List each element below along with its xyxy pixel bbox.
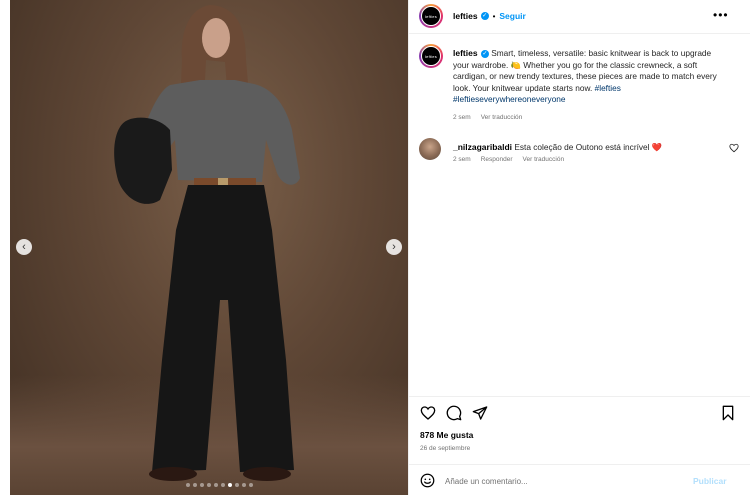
action-bar bbox=[409, 396, 750, 426]
publish-button[interactable]: Publicar bbox=[693, 476, 727, 486]
comment-avatar[interactable] bbox=[419, 138, 441, 160]
header-username[interactable]: lefties bbox=[453, 11, 478, 21]
carousel-dot bbox=[221, 483, 225, 487]
carousel-dot bbox=[207, 483, 211, 487]
comment-translate-link[interactable]: Ver traducción bbox=[523, 156, 565, 163]
carousel-prev-button[interactable]: ‹ bbox=[16, 239, 32, 255]
carousel-dots bbox=[186, 483, 253, 487]
comment-composer: Publicar bbox=[409, 464, 750, 495]
comment-icon[interactable] bbox=[446, 405, 462, 421]
comment-meta: 2 sem Responder Ver traducción bbox=[453, 156, 564, 163]
header-user: lefties ✓ • Seguir bbox=[453, 11, 526, 21]
caption-avatar[interactable]: lefties bbox=[419, 44, 443, 68]
model-figure bbox=[114, 5, 300, 481]
comment-text: Esta coleção de Outono está incrível bbox=[514, 142, 650, 152]
carousel-dot bbox=[186, 483, 190, 487]
comment-text-block: _nilzagaribaldi Esta coleção de Outono e… bbox=[453, 142, 713, 153]
comment-emoji: ❤️ bbox=[651, 142, 663, 152]
more-icon[interactable]: ••• bbox=[713, 8, 729, 22]
post-details-panel: lefties lefties ✓ • Seguir ••• lefties l… bbox=[408, 0, 750, 495]
verified-icon: ✓ bbox=[480, 12, 489, 20]
carousel-dot bbox=[249, 483, 253, 487]
heart-icon[interactable] bbox=[420, 405, 436, 421]
likes-count[interactable]: 878 Me gusta bbox=[420, 430, 473, 440]
carousel-dot bbox=[228, 483, 232, 487]
caption-meta: 2 sem Ver traducción bbox=[453, 114, 522, 121]
caption-time: 2 sem bbox=[453, 114, 471, 121]
caption-text: Smart, timeless, versatile: basic knitwe… bbox=[453, 48, 717, 93]
caption-text-block: lefties ✓ Smart, timeless, versatile: ba… bbox=[453, 48, 719, 106]
caption-username[interactable]: lefties bbox=[453, 48, 478, 58]
post-header: lefties lefties ✓ • Seguir ••• bbox=[409, 0, 750, 34]
comment-time: 2 sem bbox=[453, 156, 471, 163]
account-avatar[interactable]: lefties bbox=[419, 4, 443, 28]
caption-translate-link[interactable]: Ver traducción bbox=[481, 114, 523, 121]
comment-reply-link[interactable]: Responder bbox=[481, 156, 513, 163]
caption-avatar-logo: lefties bbox=[421, 46, 441, 66]
carousel-dot bbox=[214, 483, 218, 487]
carousel-next-button[interactable]: › bbox=[386, 239, 402, 255]
bookmark-icon[interactable] bbox=[720, 405, 736, 421]
share-icon[interactable] bbox=[472, 405, 488, 421]
comment-like-heart-icon[interactable] bbox=[729, 143, 739, 153]
comment-username[interactable]: _nilzagaribaldi bbox=[453, 142, 512, 152]
avatar-logo: lefties bbox=[421, 6, 441, 26]
carousel-dot bbox=[193, 483, 197, 487]
chevron-left-icon: ‹ bbox=[22, 240, 26, 253]
carousel-dot bbox=[235, 483, 239, 487]
follow-button[interactable]: Seguir bbox=[499, 11, 525, 21]
carousel-dot bbox=[242, 483, 246, 487]
emoji-icon[interactable] bbox=[420, 473, 435, 488]
verified-icon: ✓ bbox=[480, 49, 489, 58]
header-separator: • bbox=[492, 11, 496, 21]
chevron-right-icon: › bbox=[392, 240, 396, 253]
post-image[interactable]: ‹ › bbox=[10, 0, 408, 495]
comment-input[interactable] bbox=[445, 474, 675, 488]
post-date: 26 de septiembre bbox=[420, 445, 471, 452]
carousel-dot bbox=[200, 483, 204, 487]
